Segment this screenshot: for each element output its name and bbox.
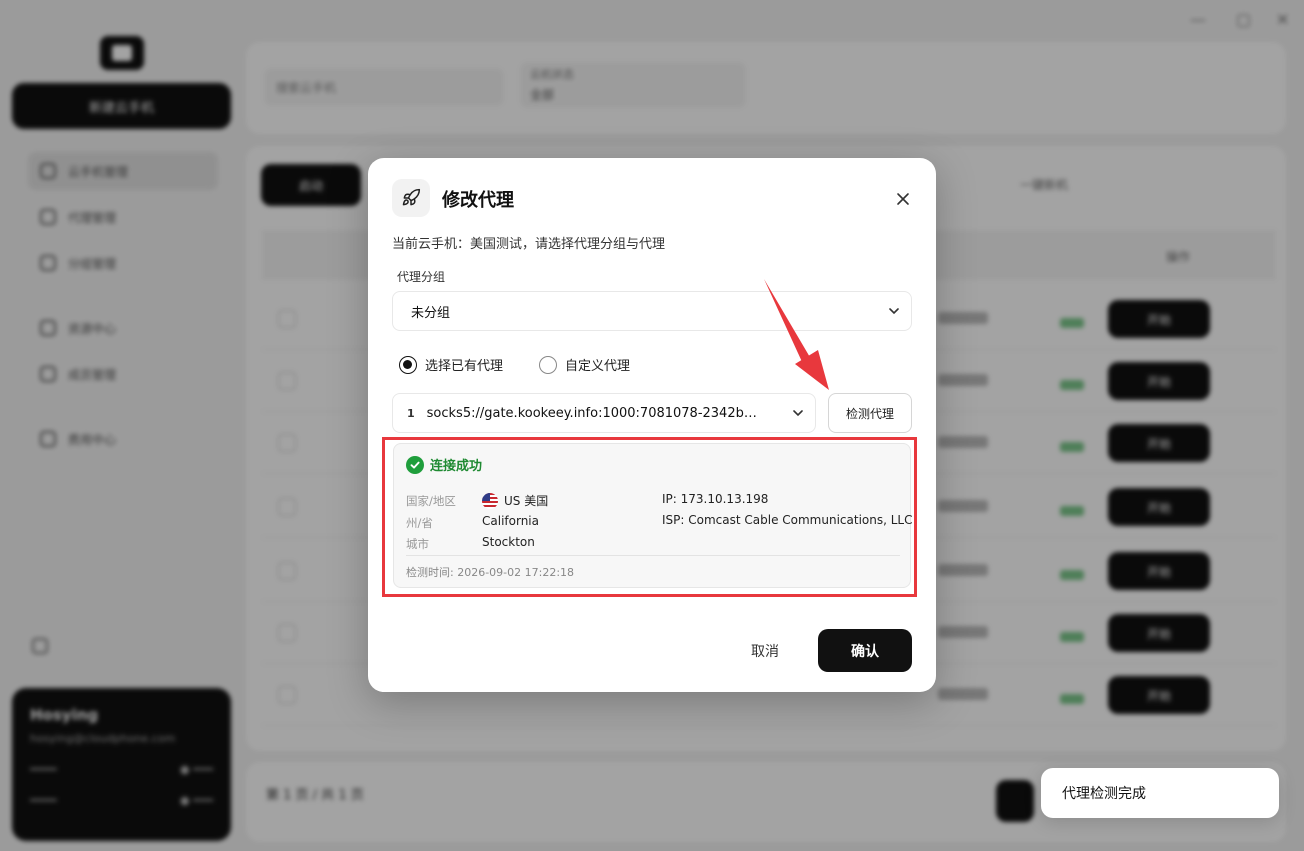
edit-proxy-dialog: 修改代理 当前云手机：美国测试，请选择代理分组与代理 代理分组 未分组 选择已有… <box>368 158 936 692</box>
check-proxy-button[interactable]: 检测代理 <box>828 393 912 433</box>
confirm-button[interactable]: 确认 <box>818 629 912 672</box>
rocket-icon <box>392 179 430 217</box>
radio-checked-icon[interactable] <box>399 355 417 374</box>
toast-notification: 代理检测完成 <box>1041 768 1279 818</box>
radio-custom-proxy[interactable]: 自定义代理 <box>539 355 630 374</box>
radio-unchecked-icon[interactable] <box>539 355 557 374</box>
proxy-value: socks5://gate.kookeey.info:1000:7081078-… <box>426 405 757 421</box>
highlight-box <box>382 437 917 597</box>
close-icon[interactable] <box>892 188 914 210</box>
dialog-description: 当前云手机：美国测试，请选择代理分组与代理 <box>392 237 666 252</box>
cancel-button[interactable]: 取消 <box>738 639 792 663</box>
chevron-down-icon <box>793 410 803 417</box>
proxy-index: 1 <box>407 406 415 420</box>
group-label: 代理分组 <box>397 270 446 284</box>
dialog-title: 修改代理 <box>442 190 514 211</box>
proxy-group-select[interactable]: 未分组 <box>392 291 912 331</box>
chevron-down-icon <box>889 308 899 315</box>
proxy-select[interactable]: 1 socks5://gate.kookeey.info:1000:708107… <box>392 393 816 433</box>
radio-existing-proxy[interactable]: 选择已有代理 <box>399 355 503 374</box>
